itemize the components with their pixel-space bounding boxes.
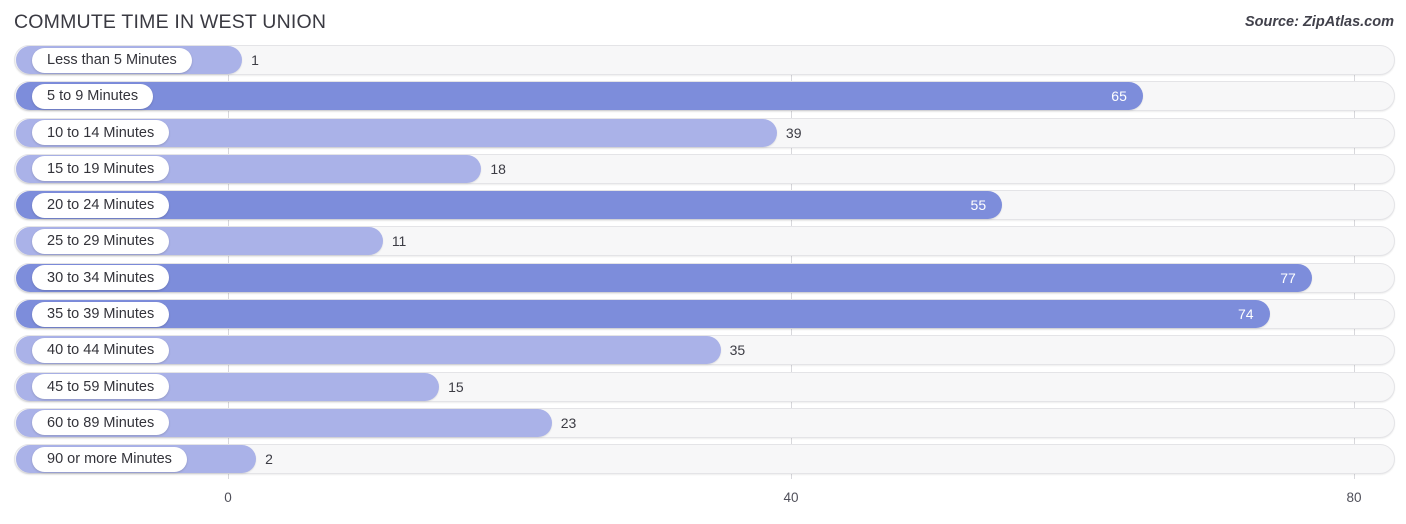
category-label: 25 to 29 Minutes (32, 228, 170, 254)
bar-row[interactable]: 25 to 29 Minutes 11 (0, 226, 1406, 257)
bar-row[interactable]: 40 to 44 Minutes 35 (0, 335, 1406, 366)
bar-rows: Less than 5 Minutes 1 5 to 9 Minutes 65 10 t… (0, 45, 1406, 481)
chart-header: COMMUTE TIME IN WEST UNION Source: ZipAt… (0, 0, 1406, 45)
x-axis: 0 40 80 (0, 483, 1406, 524)
bar-row[interactable]: 20 to 24 Minutes 55 (0, 190, 1406, 221)
bar-row[interactable]: 30 to 34 Minutes 77 (0, 262, 1406, 293)
category-label: 90 or more Minutes (32, 446, 187, 472)
page-title: COMMUTE TIME IN WEST UNION (14, 11, 327, 33)
value-label: 77 (1280, 269, 1296, 286)
bar-row[interactable]: 90 or more Minutes 2 (0, 444, 1406, 475)
x-axis-tick-label: 0 (224, 490, 232, 505)
category-label: 40 to 44 Minutes (32, 337, 170, 363)
value-label: 11 (391, 233, 407, 250)
value-label: 55 (970, 197, 987, 214)
bar-row[interactable]: 15 to 19 Minutes 18 (0, 153, 1406, 184)
category-label: 15 to 19 Minutes (32, 156, 170, 182)
value-label: 65 (1111, 88, 1127, 105)
bar-row[interactable]: 45 to 59 Minutes 15 (0, 371, 1406, 402)
value-label: 74 (1237, 306, 1254, 323)
bar-row[interactable]: 60 to 89 Minutes 23 (0, 407, 1406, 438)
category-label: Less than 5 Minutes (32, 47, 192, 73)
bar-row[interactable]: 10 to 14 Minutes 39 (0, 117, 1406, 148)
value-label: 23 (560, 414, 577, 431)
value-label: 1 (251, 52, 259, 68)
value-label: 18 (490, 160, 506, 177)
category-label: 60 to 89 Minutes (32, 410, 170, 436)
value-label: 15 (448, 378, 464, 395)
bar-row[interactable]: Less than 5 Minutes 1 (0, 45, 1406, 75)
value-label: 2 (265, 451, 273, 468)
value-label: 39 (785, 124, 802, 141)
value-label: 35 (729, 342, 746, 359)
category-label: 10 to 14 Minutes (32, 120, 170, 146)
bar-row[interactable]: 5 to 9 Minutes 65 (0, 81, 1406, 112)
category-label: 45 to 59 Minutes (32, 374, 170, 400)
x-axis-tick-label: 80 (1346, 490, 1362, 505)
x-axis-tick-label: 40 (783, 490, 799, 505)
chart-plot-area: Less than 5 Minutes 1 5 to 9 Minutes 65 10 t… (0, 45, 1406, 483)
bar-row[interactable]: 35 to 39 Minutes 74 (0, 299, 1406, 330)
source-citation: Source: ZipAtlas.com (1244, 14, 1394, 30)
